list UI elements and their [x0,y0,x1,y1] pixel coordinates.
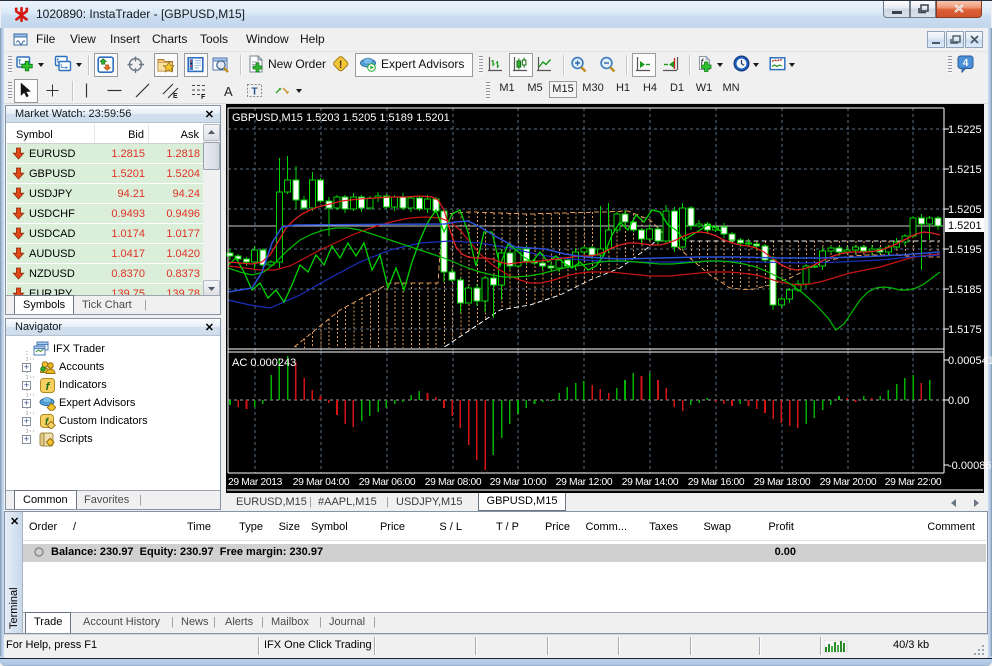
svg-text:F: F [201,94,206,100]
svg-text:29 Mar 2013: 29 Mar 2013 [228,477,283,488]
svg-text:1.5215: 1.5215 [948,164,982,176]
svg-text:1.5185: 1.5185 [948,284,982,296]
svg-text:29 Mar 04:00: 29 Mar 04:00 [293,477,350,488]
svg-text:1.5225: 1.5225 [948,124,982,136]
svg-text:29 Mar 20:00: 29 Mar 20:00 [820,477,877,488]
svg-text:29 Mar 16:00: 29 Mar 16:00 [688,477,745,488]
svg-text:-0.00086: -0.00086 [948,460,991,472]
svg-text:4: 4 [963,58,969,69]
svg-text:29 Mar 18:00: 29 Mar 18:00 [754,477,811,488]
svg-text:1.5205: 1.5205 [948,204,982,216]
svg-text:29 Mar 08:00: 29 Mar 08:00 [425,477,482,488]
svg-text:!: ! [339,59,343,71]
svg-text:1.5175: 1.5175 [948,324,982,336]
svg-text:29 Mar 14:00: 29 Mar 14:00 [622,477,679,488]
svg-text:29 Mar 10:00: 29 Mar 10:00 [490,477,547,488]
svg-text:29 Mar 22:00: 29 Mar 22:00 [885,477,942,488]
svg-text:29 Mar 06:00: 29 Mar 06:00 [359,477,416,488]
svg-text:GBPUSD,M15 1.5203 1.5205 1.51: GBPUSD,M15 1.5203 1.5205 1.5189 1.5201 [232,112,450,124]
svg-text:E: E [173,93,178,100]
svg-text:1.5195: 1.5195 [948,244,982,256]
svg-text:AC 0.000243: AC 0.000243 [232,357,296,369]
svg-text:0.000541: 0.000541 [948,355,992,367]
svg-text:0.00: 0.00 [948,395,969,407]
svg-text:1.5201: 1.5201 [948,220,982,232]
svg-text:T: T [252,87,258,98]
svg-text:29 Mar 12:00: 29 Mar 12:00 [556,477,613,488]
